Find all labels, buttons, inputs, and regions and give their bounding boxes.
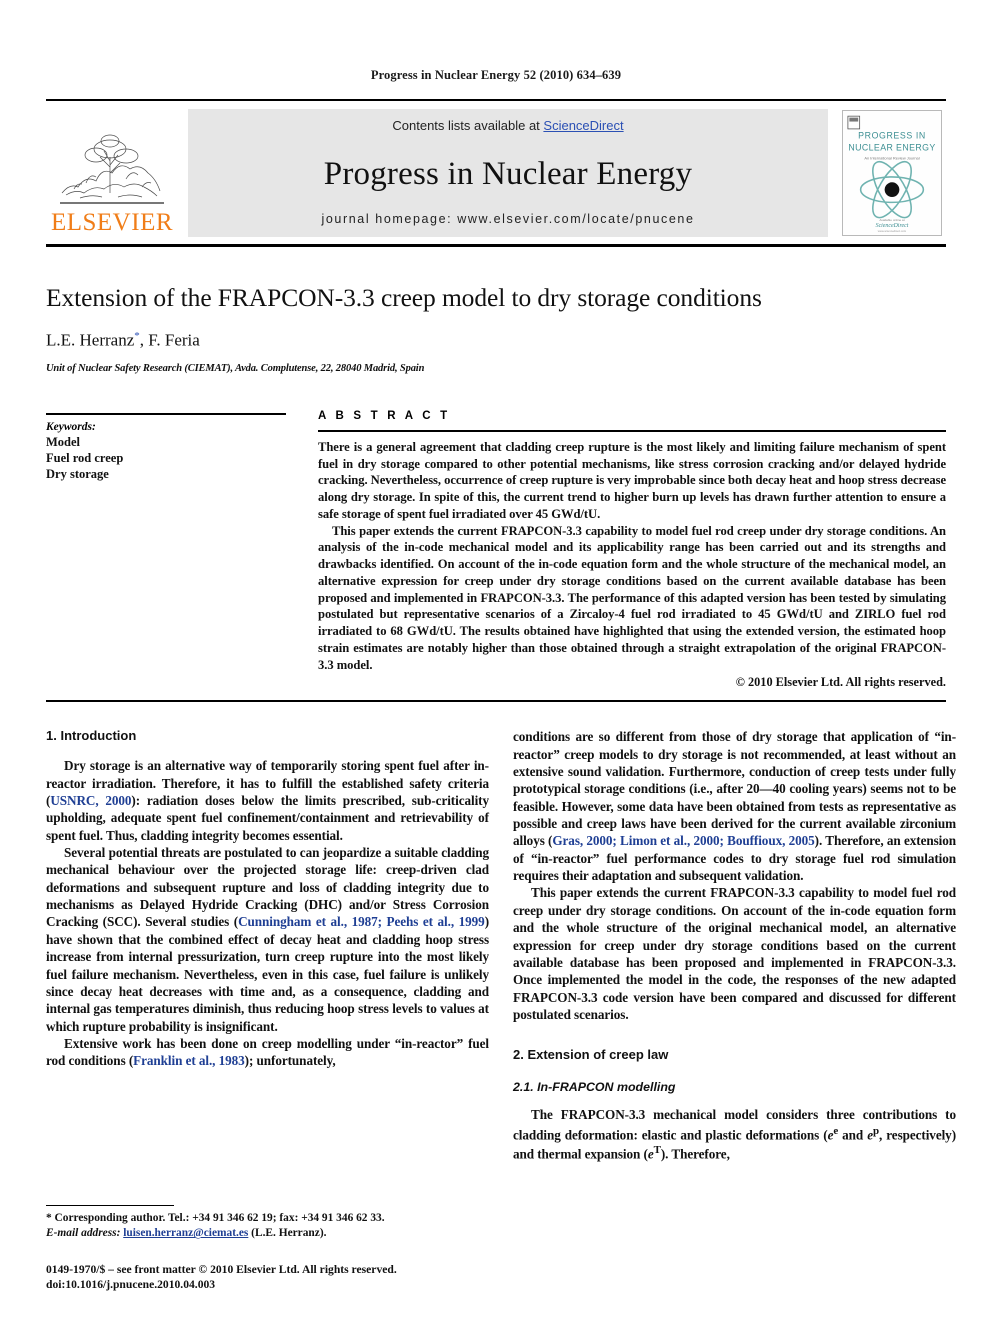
journal-name: Progress in Nuclear Energy [323,156,693,192]
symbol-thermal-sup: T [653,1144,661,1157]
abstract-rule [318,429,946,432]
journal-cover-thumbnail[interactable]: PROGRESS IN NUCLEAR ENERGY An Internatio… [838,109,946,237]
journal-cover-image: PROGRESS IN NUCLEAR ENERGY An Internatio… [842,110,942,236]
title-block: Extension of the FRAPCON-3.3 creep model… [46,247,946,374]
keyword-item: Model [46,434,81,449]
contents-prefix: Contents lists available at [392,118,544,133]
subsection-heading-in-frapcon-modelling: 2.1. In-FRAPCON modelling [513,1080,676,1095]
journal-banner: ELSEVIER Contents lists available at Sci… [46,99,946,247]
body-columns: 1. Introduction Dry storage is an altern… [46,728,956,1163]
keyword-item: Dry storage [46,466,109,481]
paragraph: Dry storage is an alternative way of tem… [46,757,489,844]
running-head: Progress in Nuclear Energy 52 (2010) 634… [370,68,622,82]
paragraph-text: ); unfortunately, [244,1053,336,1069]
banner-center: Contents lists available at ScienceDirec… [188,109,828,237]
abstract-paragraph: There is a general agreement that claddi… [318,439,946,521]
svg-text:NUCLEAR ENERGY: NUCLEAR ENERGY [848,142,935,152]
author-list: L.E. Herranz*, F. Feria [46,330,946,351]
abstract-paragraph: This paper extends the current FRAPCON-3… [318,523,946,672]
email-link[interactable]: luisen.herranz@ciemat.es [123,1227,248,1239]
abstract-heading: A B S T R A C T [318,409,451,422]
email-suffix: (L.E. Herranz). [248,1227,327,1240]
svg-text:Available online at: Available online at [879,218,904,222]
section-heading-extension-of-creep-law: 2. Extension of creep law [513,1047,669,1063]
svg-text:An International Review Journa: An International Review Journal [864,155,919,160]
keywords-rule [46,412,286,415]
section-heading-introduction: 1. Introduction [46,728,137,744]
paragraph-text: and [838,1127,868,1143]
corresponding-author-note: * Corresponding author. Tel.: +34 91 346… [46,1211,385,1224]
svg-text:PROGRESS IN: PROGRESS IN [858,131,926,141]
contents-lists-line: Contents lists available at ScienceDirec… [392,118,623,133]
svg-text:ScienceDirect: ScienceDirect [876,223,909,229]
article-page: Progress in Nuclear Energy 52 (2010) 634… [0,0,992,1323]
keywords-heading: Keywords: [46,420,96,433]
issn-line: 0149-1970/$ – see front matter © 2010 El… [46,1262,397,1276]
affiliation: Unit of Nuclear Safety Research (CIEMAT)… [46,362,425,374]
issn-block: 0149-1970/$ – see front matter © 2010 El… [46,1262,489,1293]
citation-reference[interactable]: Gras, 2000; Limon et al., 2000; Bouffiou… [552,833,814,848]
paragraph-text: ) have shown that the combined effect of… [46,914,489,1034]
citation-reference[interactable]: USNRC, 2000 [50,793,131,808]
footnote-rule [46,1204,174,1206]
abstract-block: A B S T R A C T There is a general agree… [318,410,946,690]
elsevier-logo: ELSEVIER [46,109,178,237]
left-column: 1. Introduction Dry storage is an altern… [46,728,489,1163]
paragraph: Several potential threats are postulated… [46,844,489,1035]
elsevier-wordmark: ELSEVIER [50,209,174,236]
keyword-item: Fuel rod creep [46,450,124,465]
email-label: E-mail address: [46,1227,121,1240]
page-title: Extension of the FRAPCON-3.3 creep model… [46,283,762,312]
author-rest: , F. Feria [139,330,200,350]
paragraph: Extensive work has been done on creep mo… [46,1035,489,1070]
citation-reference[interactable]: Cunningham et al., 1987; Peehs et al., 1… [238,914,485,929]
journal-homepage[interactable]: journal homepage: www.elsevier.com/locat… [321,212,694,226]
email-note: E-mail address: luisen.herranz@ciemat.es… [46,1226,489,1241]
abstract-copyright: © 2010 Elsevier Ltd. All rights reserved… [735,675,946,690]
paragraph: conditions are so different from those o… [513,728,956,884]
citation-reference[interactable]: Franklin et al., 1983 [133,1053,245,1068]
elsevier-tree-icon [60,134,164,204]
footnote-block: * Corresponding author. Tel.: +34 91 346… [46,1204,489,1293]
paragraph: The FRAPCON-3.3 mechanical model conside… [513,1106,956,1163]
paragraph-text: ). Therefore, [660,1146,730,1162]
abstract-bottom-rule [46,700,946,703]
keywords-block: Keywords: Model Fuel rod creep Dry stora… [46,410,286,690]
abstract-area: Keywords: Model Fuel rod creep Dry stora… [46,410,946,690]
paragraph-text: conditions are so different from those o… [513,729,956,849]
author-primary: L.E. Herranz [46,330,135,350]
paragraph: This paper extends the current FRAPCON-3… [513,885,956,1022]
right-column: conditions are so different from those o… [513,728,956,1163]
svg-text:www.sciencedirect.com: www.sciencedirect.com [878,229,907,233]
doi-line: doi:10.1016/j.pnucene.2010.04.003 [46,1278,216,1292]
sciencedirect-link[interactable]: ScienceDirect [543,118,623,133]
